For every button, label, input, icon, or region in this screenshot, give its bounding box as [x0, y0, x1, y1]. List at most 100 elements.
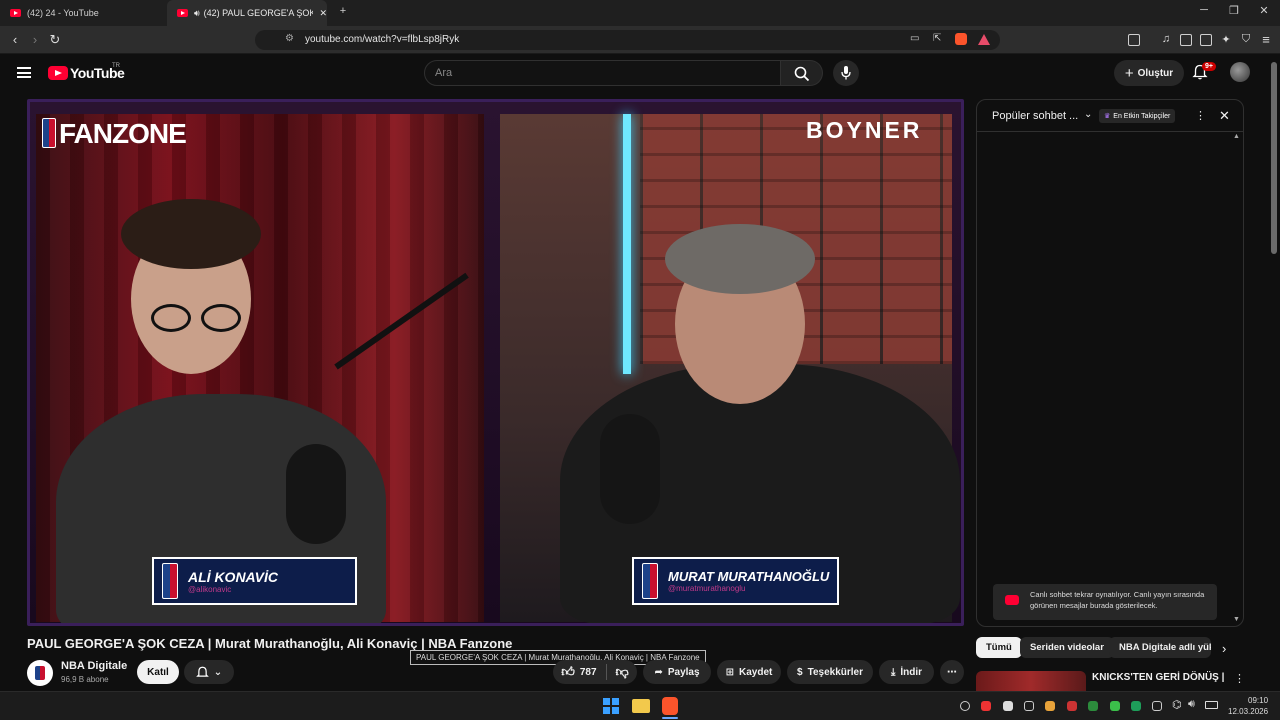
recommended-video-title[interactable]: KNICKS'TEN GERİ DÖNÜŞ | — [1092, 672, 1224, 683]
channel-name[interactable]: NBA Digitale — [61, 660, 127, 672]
url-text: youtube.com/watch?v=flbLsp8jRyk — [305, 34, 460, 45]
windows-start-icon[interactable] — [603, 698, 619, 714]
dislike-button[interactable]: 👎︎ — [616, 664, 629, 680]
minimize-icon[interactable]: ─ — [1194, 4, 1214, 16]
tray-app-icon[interactable] — [1024, 701, 1034, 711]
close-window-icon[interactable]: ✕ — [1254, 4, 1274, 17]
split-view-icon[interactable] — [1180, 34, 1192, 46]
menu-icon[interactable]: ≡ — [1258, 32, 1274, 47]
video-panel-left — [36, 114, 484, 623]
chip-channel[interactable]: NBA Digitale adlı yük... — [1109, 637, 1211, 658]
save-button[interactable]: ⊞ Kaydet — [717, 660, 781, 684]
microphone-icon[interactable] — [1152, 701, 1162, 711]
site-info-icon[interactable]: ⚙︎ — [285, 33, 294, 44]
more-actions-button[interactable]: ⋯ — [940, 660, 964, 684]
tray-app-icon[interactable] — [1110, 701, 1120, 711]
live-chat-panel: Popüler sohbet ... ⌄ ♛ En Etkin Takipçil… — [976, 99, 1244, 627]
search-placeholder: Ara — [435, 67, 453, 79]
thanks-button[interactable]: $ Teşekkürler — [787, 660, 873, 684]
page-scrollbar[interactable] — [1271, 62, 1277, 254]
file-explorer-icon[interactable] — [632, 699, 650, 713]
fanzone-logo: FANZONE — [42, 118, 187, 150]
network-icon[interactable]: ⌬ — [1172, 698, 1182, 711]
chevron-right-icon[interactable]: › — [1222, 641, 1226, 656]
sidebar-icon[interactable] — [1128, 34, 1140, 46]
browser-tab-bar: (42) 24 - YouTube 🔊︎ (42) PAUL GEORGE'A … — [0, 0, 1280, 26]
tray-app-icon[interactable] — [1003, 701, 1013, 711]
hamburger-menu-icon[interactable] — [17, 67, 31, 78]
region-code: TR — [112, 63, 120, 69]
browser-tab-active[interactable]: 🔊︎ (42) PAUL GEORGE'A ŞOK CE... ✕ — [167, 0, 327, 26]
search-button[interactable] — [781, 60, 823, 86]
clock-date: 12.03.2026 — [1228, 707, 1269, 716]
tray-app-icon[interactable] — [981, 701, 991, 711]
more-vert-icon[interactable]: ⋮ — [1234, 672, 1245, 685]
video-player[interactable] — [27, 99, 964, 626]
subscription-bell-button[interactable]: ⌄ — [184, 660, 234, 684]
tray-app-icon[interactable] — [1067, 701, 1077, 711]
create-label: Oluştur — [1137, 67, 1174, 79]
browser-tab[interactable]: (42) 24 - YouTube — [0, 0, 165, 26]
battery-icon[interactable] — [1205, 701, 1218, 709]
recommended-video-thumbnail[interactable] — [976, 671, 1086, 691]
share-button[interactable]: ➦ Paylaş — [643, 660, 711, 684]
media-icon[interactable]: ♫ — [1158, 33, 1174, 45]
forward-icon[interactable]: › — [27, 32, 43, 47]
chat-mode-selector[interactable]: Popüler sohbet ... — [992, 110, 1078, 122]
voice-search-button[interactable] — [833, 60, 859, 86]
bell-icon — [195, 666, 209, 677]
browser-toolbar: ‹ › ↻ ⌑ ⚙︎ youtube.com/watch?v=flbLsp8jR… — [0, 26, 1280, 54]
wallet-icon[interactable] — [1200, 34, 1212, 46]
chevron-down-icon[interactable]: ⌄ — [1084, 109, 1092, 120]
download-button[interactable]: ⤓ İndir — [879, 660, 934, 684]
notification-count-badge: 9+ — [1202, 62, 1216, 71]
top-fans-label: En Etkin Takipçiler — [1113, 112, 1171, 120]
scroll-down-icon[interactable]: ▼ — [1233, 616, 1240, 623]
chip-series[interactable]: Seriden videolar — [1020, 637, 1114, 658]
scroll-up-icon[interactable]: ▲ — [1233, 133, 1240, 140]
vpn-icon[interactable]: ⛉ — [1238, 33, 1254, 46]
new-tab-icon[interactable]: + — [333, 5, 353, 17]
thanks-icon: $ — [797, 666, 803, 678]
brave-rewards-icon[interactable] — [978, 34, 990, 45]
tray-app-icon[interactable] — [960, 701, 970, 711]
close-tab-icon[interactable]: ✕ — [319, 8, 327, 19]
tray-app-icon[interactable] — [1045, 701, 1055, 711]
microphone-icon — [841, 66, 851, 80]
cast-icon[interactable]: ▭ — [910, 33, 919, 44]
video-title: PAUL GEORGE'A ŞOK CEZA | Murat Murathano… — [27, 636, 513, 651]
address-bar[interactable]: ⚙︎ youtube.com/watch?v=flbLsp8jRyk ▭ ⇱ — [255, 30, 1000, 50]
maximize-icon[interactable]: ❐ — [1224, 4, 1244, 17]
video-panel-right — [500, 114, 960, 623]
chip-all[interactable]: Tümü — [976, 637, 1022, 658]
nba-logo-icon — [162, 563, 178, 599]
top-fans-pill[interactable]: ♛ En Etkin Takipçiler — [1099, 109, 1176, 123]
brave-shields-icon[interactable] — [955, 33, 967, 45]
join-button[interactable]: Katıl — [137, 660, 179, 684]
more-vert-icon[interactable]: ⋮ — [1195, 109, 1206, 122]
reload-icon[interactable]: ↻ — [47, 32, 63, 48]
youtube-logo-icon[interactable] — [48, 66, 68, 80]
channel-avatar[interactable] — [27, 660, 53, 686]
system-clock[interactable]: 09:10 12.03.2026 — [1228, 695, 1268, 717]
nba-logo-icon — [642, 563, 658, 599]
user-avatar[interactable] — [1230, 62, 1250, 82]
close-chat-icon[interactable]: ✕ — [1219, 108, 1230, 124]
leo-ai-icon[interactable]: ✦ — [1218, 33, 1234, 46]
tab-label: (42) 24 - YouTube — [27, 8, 99, 18]
windows-taskbar: ⌬ 🔊︎ 09:10 12.03.2026 — [0, 691, 1280, 720]
create-button[interactable]: + Oluştur — [1114, 60, 1184, 86]
tray-app-icon[interactable] — [1131, 701, 1141, 711]
speaker-handle: @alikonavic — [188, 584, 232, 594]
more-horiz-icon: ⋯ — [947, 666, 957, 678]
volume-icon[interactable]: 🔊︎ — [1188, 698, 1195, 711]
brave-browser-icon[interactable] — [662, 697, 678, 715]
speaker-handle: @muratmurathanoglu — [668, 584, 746, 593]
youtube-favicon-icon — [177, 9, 188, 17]
back-icon[interactable]: ‹ — [7, 32, 23, 47]
tray-app-icon[interactable] — [1088, 701, 1098, 711]
like-button[interactable]: 👍︎ 787 — [561, 664, 596, 680]
search-input[interactable]: Ara — [424, 60, 781, 86]
share-page-icon[interactable]: ⇱ — [933, 33, 941, 44]
like-count: 787 — [579, 666, 597, 678]
